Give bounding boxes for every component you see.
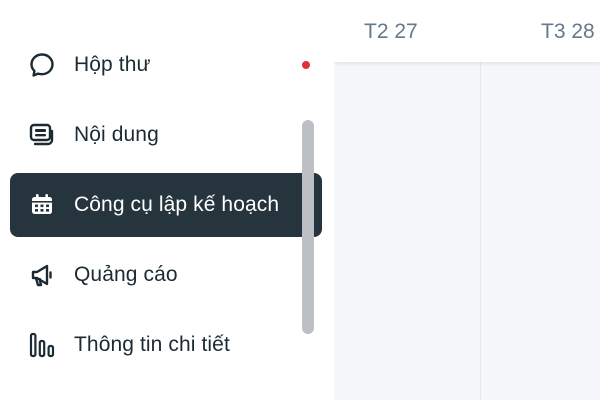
day-header[interactable]: T2 27 xyxy=(364,20,418,44)
chat-bubble-icon xyxy=(26,49,58,81)
sidebar-item-label: Hộp thư xyxy=(74,53,151,76)
megaphone-icon xyxy=(26,259,58,291)
day-column-divider xyxy=(480,62,481,400)
app-window: Hộp thư Nội dung Công cụ lập kế hoạch Qu… xyxy=(0,0,600,400)
insights-bars-icon xyxy=(26,329,58,361)
notification-dot xyxy=(302,61,310,69)
scrollbar-thumb[interactable] xyxy=(302,120,314,334)
sidebar-item-label: Quảng cáo xyxy=(74,263,178,286)
day-header[interactable]: T3 28 xyxy=(541,20,595,44)
sidebar: Hộp thư Nội dung Công cụ lập kế hoạch Qu… xyxy=(0,0,334,400)
content-icon xyxy=(26,119,58,151)
sidebar-item-planner[interactable]: Công cụ lập kế hoạch xyxy=(10,173,322,237)
sidebar-item-label: Công cụ lập kế hoạch xyxy=(74,193,280,216)
sidebar-item-inbox[interactable]: Hộp thư xyxy=(10,33,322,97)
sidebar-item-insights[interactable]: Thông tin chi tiết xyxy=(10,313,322,377)
sidebar-item-label: Nội dung xyxy=(74,123,159,146)
sidebar-item-label: Thông tin chi tiết xyxy=(74,333,230,356)
calendar-view: T2 27 T3 28 xyxy=(334,0,600,400)
sidebar-scrollbar[interactable] xyxy=(302,120,314,334)
sidebar-item-ads[interactable]: Quảng cáo xyxy=(10,243,322,307)
calendar-header: T2 27 T3 28 xyxy=(334,0,600,62)
calendar-icon xyxy=(26,189,58,221)
sidebar-item-content[interactable]: Nội dung xyxy=(10,103,322,167)
